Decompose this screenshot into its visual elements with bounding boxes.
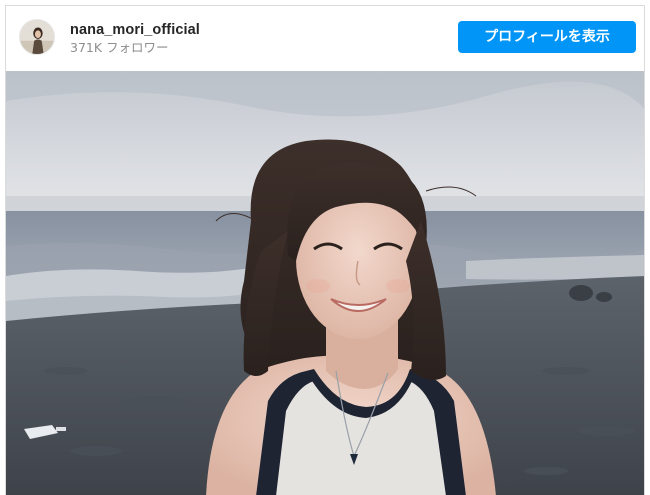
username-link[interactable]: nana_mori_official (70, 21, 200, 39)
avatar-icon (20, 20, 54, 54)
profile-avatar[interactable] (19, 19, 55, 55)
post-photo[interactable] (6, 71, 644, 495)
user-info: nana_mori_official 371K フォロワー (70, 21, 200, 56)
follower-count: 371K フォロワー (70, 40, 169, 55)
post-header: nana_mori_official 371K フォロワー プロフィールを表示 (6, 6, 644, 70)
view-profile-button[interactable]: プロフィールを表示 (458, 21, 636, 53)
instagram-embed-card: nana_mori_official 371K フォロワー プロフィールを表示 (5, 5, 645, 495)
photo-image (6, 71, 644, 495)
